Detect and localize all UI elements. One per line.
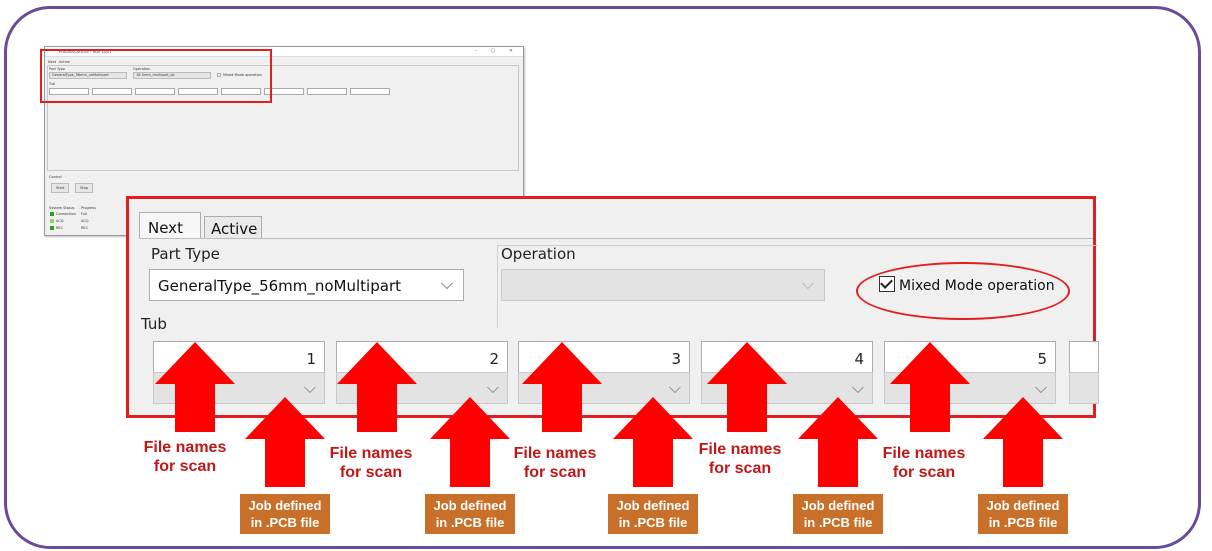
tub-3-input[interactable]: 3: [518, 341, 690, 373]
tub-1-input[interactable]: 1: [153, 341, 325, 373]
job-defined-label: Job defined in .PCB file: [425, 494, 515, 534]
chevron-down-icon: ⌵: [801, 274, 814, 293]
file-names-caption: File names for scan: [143, 439, 227, 475]
tub-5-select[interactable]: ⌵: [884, 372, 1056, 404]
thumb-start-button[interactable]: Start: [51, 183, 69, 193]
job-defined-label: Job defined in .PCB file: [793, 494, 883, 534]
chevron-down-icon: ⌵: [851, 378, 864, 397]
chevron-down-icon: ⌵: [440, 274, 453, 293]
file-names-caption: File names for scan: [513, 445, 597, 481]
thumb-status-name: ACQ: [56, 219, 64, 223]
tab-active[interactable]: Active: [204, 216, 262, 238]
chevron-down-icon: ⌵: [486, 378, 499, 397]
tub-6-select[interactable]: [1069, 372, 1099, 404]
thumb-control-label: Control: [49, 175, 62, 179]
status-led-icon: [50, 219, 54, 223]
thumb-system-status-label: System Status: [49, 206, 75, 210]
chevron-down-icon: ⌵: [303, 378, 316, 397]
part-type-label: Part Type: [151, 245, 220, 263]
job-defined-label: Job defined in .PCB file: [978, 494, 1068, 534]
thumb-status-name: REC: [56, 226, 64, 230]
tub-4-select[interactable]: ⌵: [701, 372, 873, 404]
thumbnail-highlight-box: [40, 49, 272, 103]
job-defined-label: Job defined in .PCB file: [608, 494, 698, 534]
file-names-caption: File names for scan: [329, 445, 413, 481]
tab-next[interactable]: Next: [139, 212, 201, 238]
thumb-status-value: Full: [81, 212, 87, 216]
tub-2-input[interactable]: 2: [336, 341, 508, 373]
thumb-tub-8[interactable]: [350, 88, 390, 95]
status-led-icon: [50, 212, 54, 216]
tub-1-select[interactable]: ⌵: [153, 372, 325, 404]
part-type-value: GeneralType_56mm_noMultipart: [158, 277, 401, 295]
job-defined-label: Job defined in .PCB file: [240, 494, 330, 534]
thumb-progress-label: Progress: [81, 206, 96, 210]
status-led-icon: [50, 226, 54, 230]
chevron-down-icon: ⌵: [1034, 378, 1047, 397]
file-names-caption: File names for scan: [882, 445, 966, 481]
tub-6-input[interactable]: [1069, 341, 1099, 373]
mixed-mode-highlight-oval: [856, 262, 1070, 320]
window-controls[interactable]: – ▢ ✕: [474, 47, 519, 56]
tub-3-select[interactable]: ⌵: [518, 372, 690, 404]
operation-label: Operation: [501, 245, 576, 263]
operation-select[interactable]: ⌵: [501, 269, 825, 301]
thumb-tub-7[interactable]: [307, 88, 347, 95]
part-type-select[interactable]: GeneralType_56mm_noMultipart ⌵: [149, 269, 464, 301]
thumb-status-name: Connection: [56, 212, 76, 216]
thumb-stop-button[interactable]: Stop: [75, 183, 93, 193]
tab-divider: [139, 238, 1093, 239]
tub-2-select[interactable]: ⌵: [336, 372, 508, 404]
file-names-caption: File names for scan: [698, 441, 782, 477]
thumb-status-value: REC: [81, 226, 89, 230]
tub-4-input[interactable]: 4: [701, 341, 873, 373]
thumb-status-value: ACQ: [81, 219, 89, 223]
tub-5-input[interactable]: 5: [884, 341, 1056, 373]
tub-label: Tub: [141, 315, 167, 333]
chevron-down-icon: ⌵: [668, 378, 681, 397]
